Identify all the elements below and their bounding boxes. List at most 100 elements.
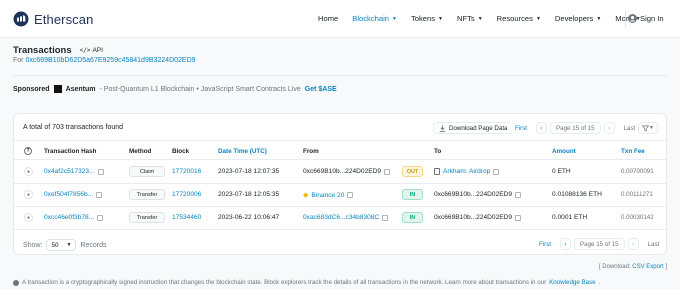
copy-icon[interactable] xyxy=(493,168,500,175)
block-link[interactable]: 17720006 xyxy=(172,191,201,198)
page-size-select[interactable]: 50 ▼ xyxy=(46,239,77,251)
show-label: Show: xyxy=(23,241,43,249)
from-cell: 0xc669B10b...224D02ED9 xyxy=(303,168,391,175)
copy-icon[interactable] xyxy=(382,214,389,221)
copy-icon[interactable] xyxy=(96,191,103,198)
chevron-down-icon: ▼ xyxy=(477,15,483,22)
chevron-down-icon: ▼ xyxy=(438,15,443,22)
to-address[interactable]: 0xc669B10b...224D02ED9 xyxy=(434,214,512,221)
sponsor-description: - Post-Quantum L1 Blockchain • JavaScrip… xyxy=(99,85,301,93)
from-address-link[interactable]: Binance 20 xyxy=(311,192,344,199)
main-nav: Home Blockchain ▼ Tokens ▼ NFTs ▼ Resources… xyxy=(318,14,655,23)
api-label: API xyxy=(92,47,103,54)
csv-export-link[interactable]: CSV Export xyxy=(632,264,663,270)
filter-button[interactable]: ▼ xyxy=(638,122,658,134)
download-page-data-button[interactable]: Download Page Data xyxy=(433,122,514,134)
nav-blockchain[interactable]: Blockchain ▼ xyxy=(352,14,397,23)
etherscan-logo[interactable]: Etherscan xyxy=(13,11,93,27)
nav-home[interactable]: Home xyxy=(318,14,338,23)
table-header: ? Transaction Hash Method Block Date Tim… xyxy=(14,142,666,160)
page-size-control: Show: 50 ▼ Records xyxy=(23,239,107,251)
copy-icon[interactable] xyxy=(347,192,354,198)
chevron-down-icon: ▼ xyxy=(596,15,602,22)
tx-hash-cell: 0xcc46e0f3b78... xyxy=(44,214,104,221)
download-label: Download Page Data xyxy=(449,124,508,132)
amount-cell: 0.0001 ETH xyxy=(552,214,588,221)
address-line: For 0xc669B10bD62D5a67E9259c45841d9B3224… xyxy=(13,57,196,64)
date-cell: 2023-06-22 10:06:47 xyxy=(218,214,280,221)
sponsor-cta-link[interactable]: Get $ASE xyxy=(305,86,337,93)
nav-resources[interactable]: Resources ▼ xyxy=(497,14,541,23)
col-amount[interactable]: Amount xyxy=(552,148,576,155)
eye-icon[interactable]: ● xyxy=(24,190,33,199)
copy-icon[interactable] xyxy=(384,168,391,175)
last-page-button[interactable]: Last xyxy=(641,238,666,250)
first-page-button[interactable]: First xyxy=(533,238,558,250)
pagination-bottom: First ‹ Page 15 of 15 › Last xyxy=(533,238,666,250)
binance-icon: ◆ xyxy=(303,192,309,199)
chevron-down-icon: ▼ xyxy=(392,15,397,22)
asentum-logo-icon xyxy=(53,85,62,93)
page-header: Transactions </> API xyxy=(13,45,103,56)
lightbulb-icon xyxy=(13,279,19,286)
to-address-link[interactable]: Arkham: Airdrop xyxy=(443,168,490,175)
from-cell: ◆ Binance 20 xyxy=(303,191,354,199)
prev-page-button[interactable]: ‹ xyxy=(536,122,548,134)
to-address[interactable]: 0xc669B10b...224D02ED9 xyxy=(434,191,512,198)
to-cell: 0xc669B10b...224D02ED9 xyxy=(434,191,522,198)
nav-nfts-label: NFTs xyxy=(456,14,475,23)
tx-hash-link[interactable]: 0xef504f7856b... xyxy=(44,191,93,198)
user-icon xyxy=(628,14,637,23)
nav-tokens[interactable]: Tokens ▼ xyxy=(411,14,443,23)
chevron-down-icon: ▼ xyxy=(66,242,72,248)
block-link[interactable]: 17534460 xyxy=(172,214,201,221)
sponsor-name: Asentum xyxy=(65,85,96,93)
date-cell: 2023-07-18 12:05:35 xyxy=(218,191,280,198)
first-page-button[interactable]: First xyxy=(509,122,534,134)
card-header: A total of 703 transactions found Downlo… xyxy=(14,114,666,141)
from-address-link[interactable]: 0xac683dC6...c34b8308C xyxy=(303,214,379,221)
knowledge-base-link[interactable]: Knowledge Base xyxy=(549,279,595,286)
method-badge: Transfer xyxy=(129,189,165,200)
table-row: ● 0x4af2c517323... Claim 17720016 2023-0… xyxy=(14,161,666,184)
app-root: Etherscan Home Blockchain ▼ Tokens ▼ NFTs ▼… xyxy=(0,0,680,289)
from-cell: 0xac683dC6...c34b8308C xyxy=(303,214,389,221)
sign-in-link[interactable]: Sign In xyxy=(628,14,664,23)
transactions-card: A total of 703 transactions found Downlo… xyxy=(13,113,667,255)
from-address[interactable]: 0xc669B10b...224D02ED9 xyxy=(303,168,381,175)
info-column-icon[interactable]: ? xyxy=(24,147,32,155)
copy-icon[interactable] xyxy=(97,168,104,175)
col-method: Method xyxy=(129,148,152,155)
block-link[interactable]: 17720016 xyxy=(172,168,201,175)
nav-developers[interactable]: Developers ▼ xyxy=(555,14,601,23)
direction-badge: OUT xyxy=(402,166,423,177)
next-page-button[interactable]: › xyxy=(603,122,615,134)
api-link[interactable]: </> API xyxy=(80,47,103,54)
for-prefix: For xyxy=(13,57,24,64)
page-indicator: Page 15 of 15 xyxy=(574,238,625,250)
records-label: Records xyxy=(80,241,107,249)
col-to: To xyxy=(434,148,442,155)
eye-icon[interactable]: ● xyxy=(24,213,33,222)
amount-cell: 0.01088136 ETH xyxy=(552,191,602,198)
nav-nfts[interactable]: NFTs ▼ xyxy=(457,14,483,23)
copy-icon[interactable] xyxy=(515,191,522,198)
fee-cell: 0.00030142 xyxy=(621,214,654,221)
copy-icon[interactable] xyxy=(515,214,522,221)
sponsored-banner: Sponsored Asentum - Post-Quantum L1 Bloc… xyxy=(13,85,337,93)
eye-icon[interactable]: ● xyxy=(24,167,33,176)
col-block: Block xyxy=(172,148,190,155)
next-page-button[interactable]: › xyxy=(627,238,639,250)
nav-developers-label: Developers xyxy=(554,14,594,23)
address-link[interactable]: 0xc669B10bD62D5a67E9259c45841d9B3224D02E… xyxy=(25,57,195,64)
nav-tokens-label: Tokens xyxy=(410,14,436,23)
nav-blockchain-label: Blockchain xyxy=(352,14,389,23)
tx-hash-link[interactable]: 0xcc46e0f3b78... xyxy=(44,214,94,221)
direction-badge: IN xyxy=(402,189,423,200)
copy-icon[interactable] xyxy=(97,214,104,221)
tx-hash-link[interactable]: 0x4af2c517323... xyxy=(44,168,95,175)
prev-page-button[interactable]: ‹ xyxy=(560,238,572,250)
col-date-time[interactable]: Date Time (UTC) xyxy=(218,148,267,155)
table-row: ● 0xef504f7856b... Transfer 17720006 202… xyxy=(14,184,666,207)
col-txn-fee[interactable]: Txn Fee xyxy=(621,148,645,155)
